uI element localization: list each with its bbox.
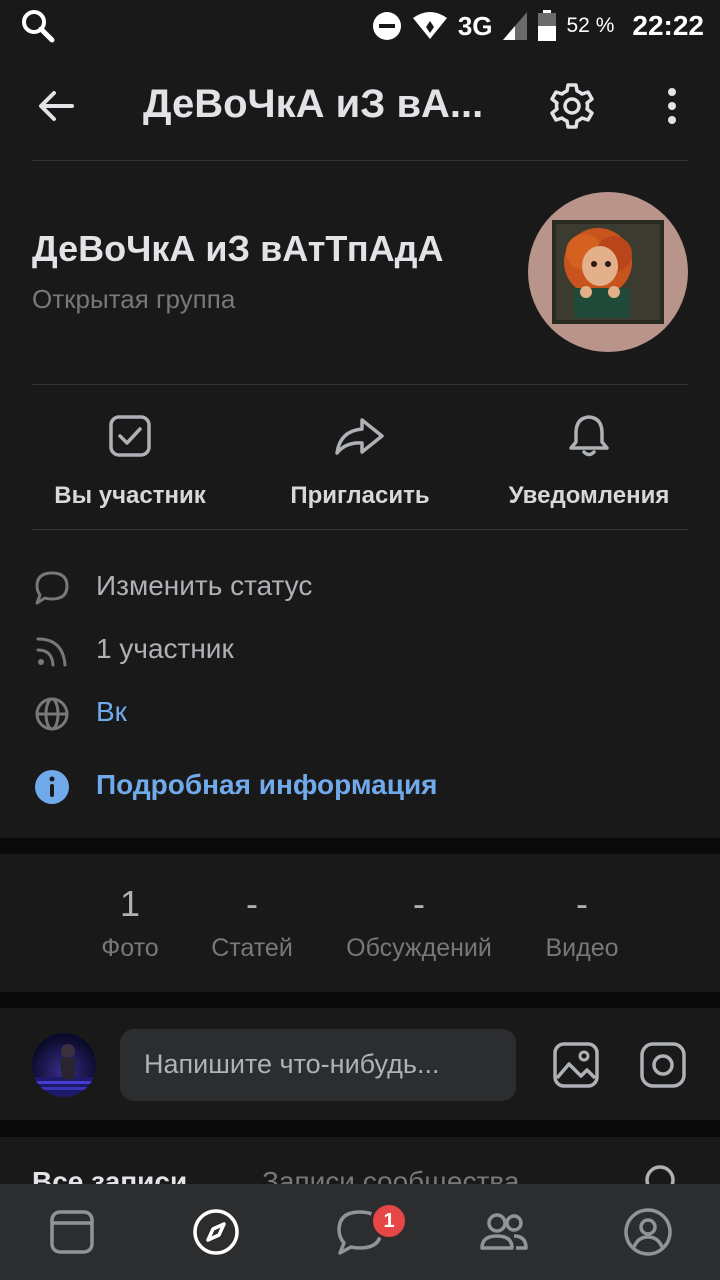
share-arrow-icon — [335, 418, 384, 455]
back-arrow-icon[interactable] — [32, 82, 80, 130]
members-row[interactable]: 1 участник — [0, 621, 720, 677]
globe-icon — [35, 697, 69, 731]
camera-icon[interactable] — [638, 1040, 688, 1090]
notifications-button[interactable]: Уведомления — [494, 400, 684, 520]
avatar-image — [32, 1044, 96, 1097]
page-title: ДеВоЧкА иЗ вА... — [143, 82, 484, 126]
counter-value: 1 — [119, 883, 141, 924]
network-type: 3G — [457, 10, 493, 41]
details-link[interactable]: Подробная информация — [96, 769, 438, 801]
invite-label: Пригласить — [290, 482, 430, 509]
bottom-navigation: 1 — [0, 1184, 720, 1280]
counter-value: - — [246, 883, 258, 924]
counter-photos[interactable]: 1 Фото — [90, 878, 170, 963]
nav-friends-icon[interactable] — [478, 1206, 530, 1258]
wifi-icon — [412, 12, 447, 39]
more-vertical-icon[interactable] — [652, 80, 692, 132]
post-composer-input[interactable]: Напишите что-нибудь... — [120, 1029, 516, 1101]
change-status-row[interactable]: Изменить статус — [0, 558, 720, 614]
counter-label: Обсуждений — [346, 934, 492, 962]
rss-icon — [36, 637, 67, 667]
messages-badge: 1 — [370, 1202, 408, 1240]
group-name: ДеВоЧкА иЗ вАтТпАдА — [32, 228, 444, 269]
avatar-image — [552, 220, 664, 324]
counter-value: - — [576, 883, 588, 924]
counter-label: Статей — [211, 934, 293, 962]
header-divider — [32, 160, 688, 161]
counter-label: Видео — [545, 934, 619, 962]
counter-label: Фото — [101, 934, 159, 962]
group-avatar[interactable] — [528, 192, 688, 352]
checkbox-icon — [109, 415, 151, 457]
image-icon[interactable] — [551, 1040, 601, 1090]
group-type: Открытая группа — [32, 284, 236, 314]
nav-discover-icon[interactable] — [190, 1206, 242, 1258]
signal-icon — [502, 12, 527, 40]
counter-value: - — [413, 883, 425, 924]
details-row[interactable]: Подробная информация — [0, 757, 720, 813]
gear-icon[interactable] — [546, 80, 598, 132]
actions-divider — [32, 529, 688, 530]
nav-feed-icon[interactable] — [46, 1206, 98, 1258]
counter-videos[interactable]: - Видео — [532, 878, 632, 963]
clock: 22:22 — [632, 10, 704, 41]
notifications-label: Уведомления — [508, 482, 670, 509]
speech-bubble-icon — [35, 571, 69, 605]
member-status-label: Вы участник — [54, 482, 206, 509]
top-app-bar: ДеВоЧкА иЗ вА... — [0, 52, 720, 160]
change-status-label: Изменить статус — [96, 570, 313, 601]
group-divider — [32, 384, 688, 385]
counter-articles[interactable]: - Статей — [202, 878, 302, 963]
nav-profile-icon[interactable] — [622, 1206, 674, 1258]
bell-icon — [569, 415, 609, 457]
battery-percent: 52 % — [566, 14, 615, 37]
status-bar: 3G 52 % 22:22 — [0, 0, 720, 52]
website-link[interactable]: Вк — [96, 696, 127, 728]
battery-icon — [537, 10, 556, 41]
member-status-button[interactable]: Вы участник — [40, 400, 220, 520]
invite-button[interactable]: Пригласить — [270, 400, 450, 520]
do-not-disturb-icon — [372, 12, 401, 40]
website-row[interactable]: Вк — [0, 684, 720, 740]
info-icon — [35, 770, 69, 804]
members-count: 1 участник — [96, 633, 234, 664]
search-icon[interactable] — [20, 8, 56, 44]
counter-discussions[interactable]: - Обсуждений — [334, 878, 504, 963]
avatar[interactable] — [32, 1033, 96, 1097]
